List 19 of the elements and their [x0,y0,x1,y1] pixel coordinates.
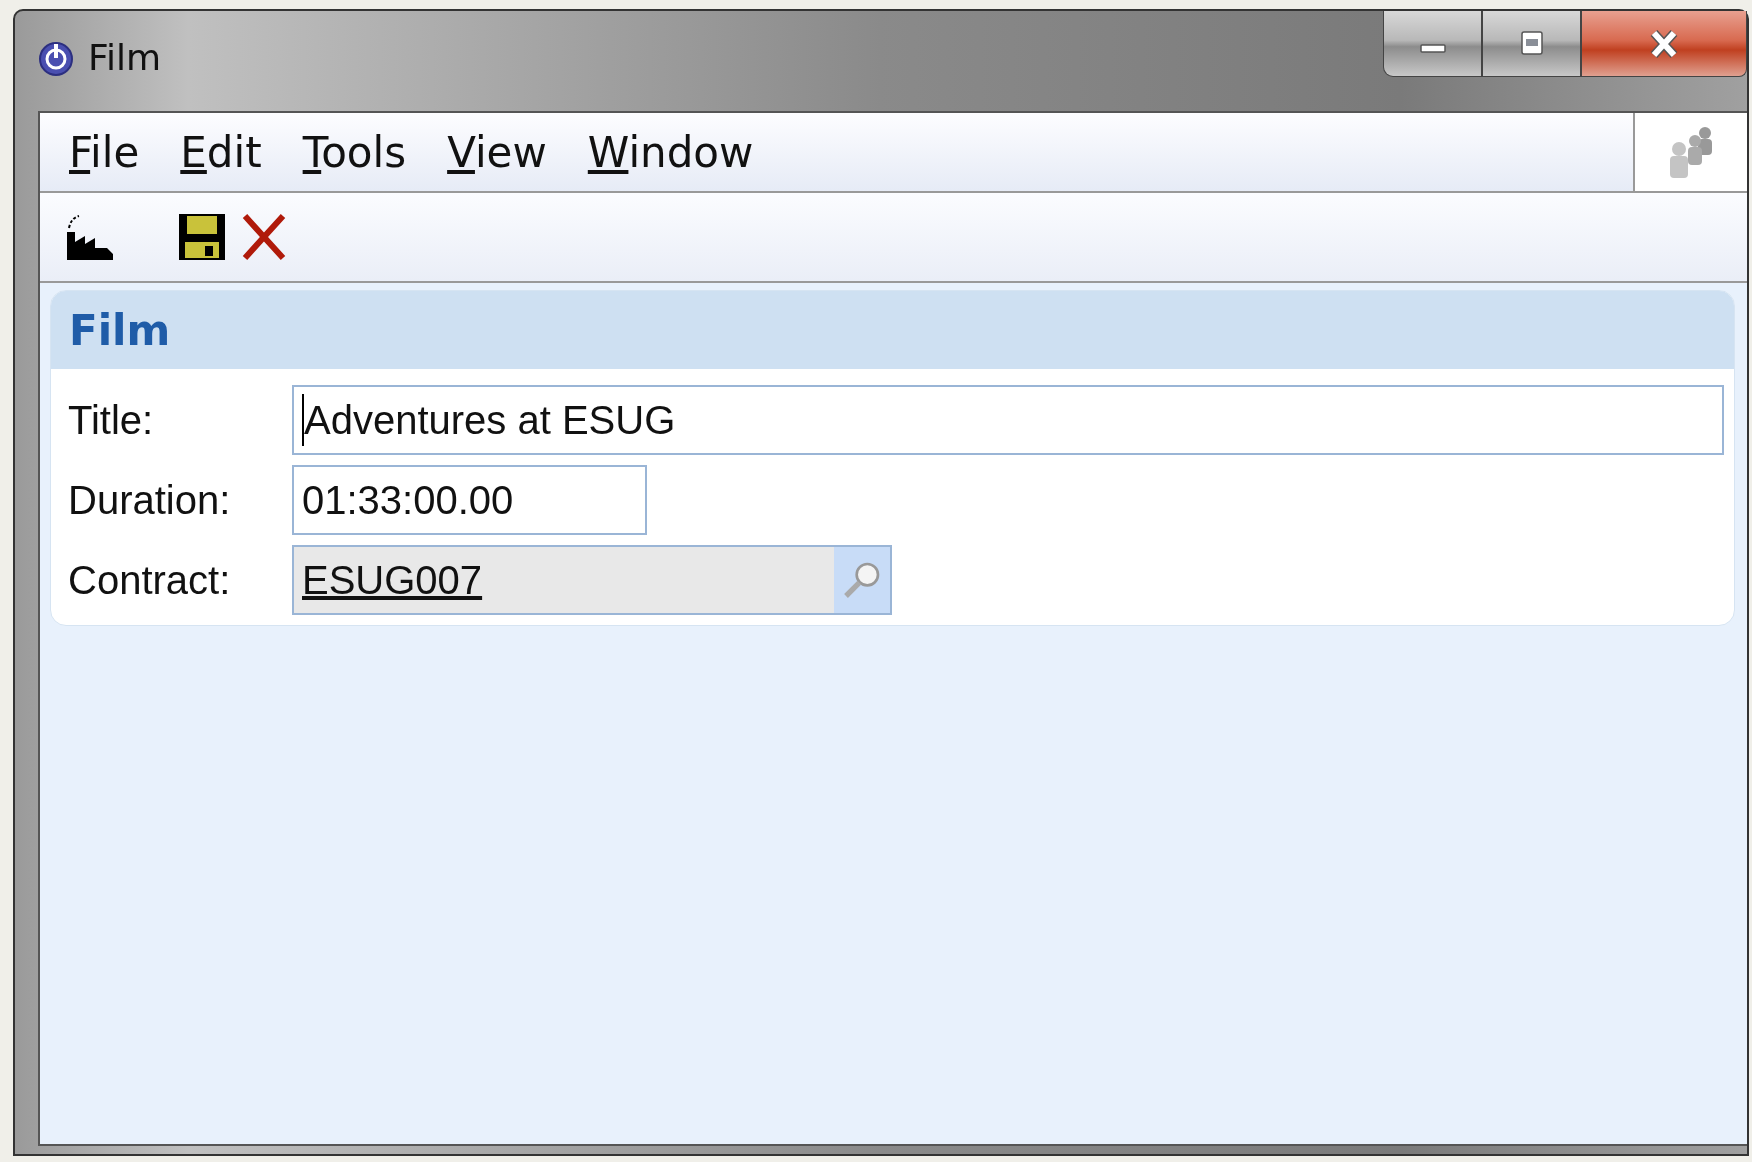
duration-field[interactable]: 01:33:00.00 [292,465,647,535]
close-button[interactable] [1581,11,1747,77]
maximize-button[interactable] [1482,11,1581,77]
field-label: Title: [68,397,155,443]
menu-item[interactable]: Tools [302,127,407,177]
menu-item[interactable]: Window [587,127,754,177]
minimize-button[interactable] [1383,11,1482,77]
menu-item[interactable]: Edit [180,127,262,177]
menu-item[interactable]: File [69,127,140,177]
menu-item[interactable]: View [447,127,547,177]
window-title: Film [88,37,162,78]
title-field[interactable]: Adventures at ESUG [292,385,1724,455]
panel-title: Film [69,305,171,355]
field-label: Duration: [68,477,232,523]
minimize-icon [1419,44,1446,53]
factory-icon[interactable] [65,212,115,262]
save-icon[interactable] [177,212,227,262]
users-button[interactable] [1633,113,1747,191]
field-label: Contract: [68,557,232,603]
